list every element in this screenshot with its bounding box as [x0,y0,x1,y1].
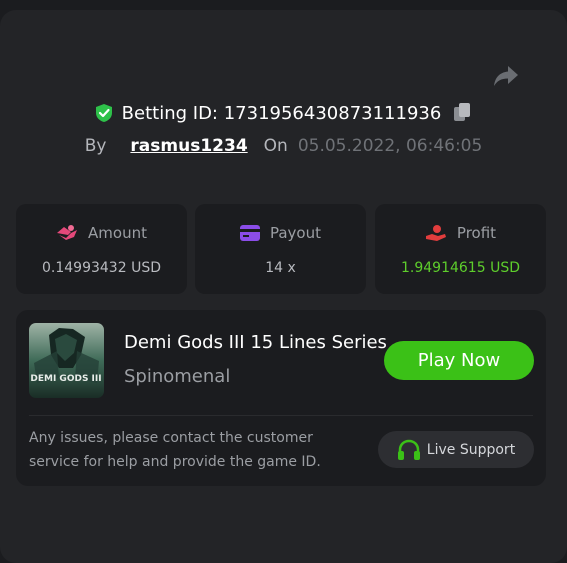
hand-coin-icon [425,225,446,241]
bet-meta-row: By rasmus1234 On 05.05.2022, 06:46:05 [0,133,567,159]
profit-card: Profit 1.94914615 USD [375,204,546,294]
live-support-label: Live Support [426,441,516,458]
coins-icon [57,225,78,240]
amount-label: Amount [88,224,147,242]
username-link[interactable]: rasmus1234 [130,136,247,156]
amount-card: Amount 0.14993432 USD [16,204,187,294]
support-message: Any issues, please contact the customer … [29,430,321,470]
payout-label: Payout [269,224,321,242]
game-card: DEMI GODS III Demi Gods III 15 Lines Ser… [16,310,546,486]
live-support-button[interactable]: Live Support [378,431,534,468]
share-button[interactable] [490,60,522,92]
on-label: On [263,136,288,156]
betting-id-label: Betting ID: 1731956430873111936 [121,102,442,124]
svg-text:DEMI GODS III: DEMI GODS III [30,374,101,384]
amount-value: 0.14993432 USD [42,260,161,276]
divider [29,415,533,416]
game-title[interactable]: Demi Gods III 15 Lines Series [124,332,387,353]
bet-date: 05.05.2022, 06:46:05 [297,136,483,156]
card-icon [239,225,260,241]
payout-value: 14 x [265,260,296,276]
headset-icon [397,439,420,460]
copy-icon[interactable] [453,102,473,124]
play-now-button[interactable]: Play Now [384,341,534,380]
profit-label: Profit [456,224,497,242]
betting-id-row: Betting ID: 1731956430873111936 [0,100,567,126]
by-label: By [84,136,107,156]
payout-card: Payout 14 x [195,204,366,294]
share-icon [494,66,518,86]
profit-value: 1.94914615 USD [401,260,520,276]
game-thumbnail[interactable]: DEMI GODS III [29,323,104,398]
verified-shield-icon [95,104,112,122]
game-provider: Spinomenal [124,366,231,387]
